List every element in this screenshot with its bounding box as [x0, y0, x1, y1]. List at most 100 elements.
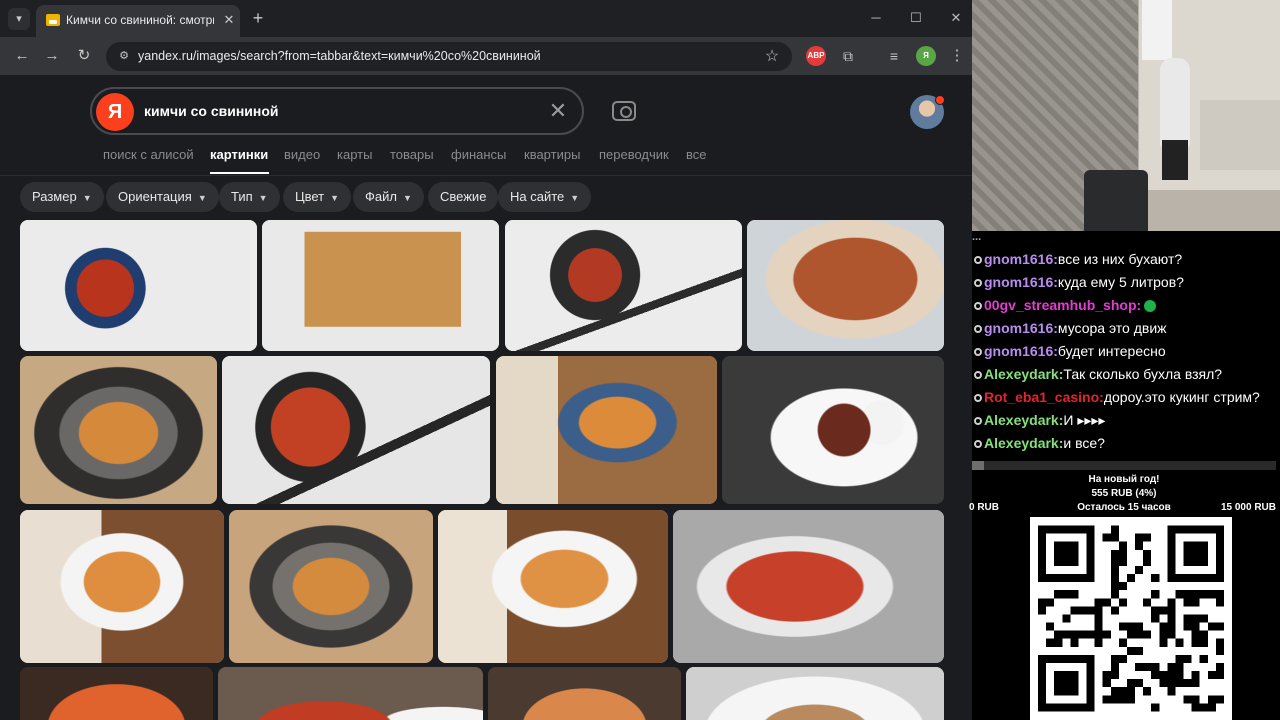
image-result[interactable]: [686, 667, 944, 720]
chat-text: будет интересно: [1057, 343, 1166, 359]
webcam-chair: [1084, 170, 1148, 231]
chevron-down-icon: ▼: [197, 193, 207, 203]
chat-message: Alexeydark:и все?: [972, 435, 1280, 457]
filter-file[interactable]: Файл ▼: [353, 182, 424, 212]
tab-all[interactable]: все: [686, 147, 707, 162]
image-result[interactable]: [722, 356, 944, 504]
tab-search-icon[interactable]: ▾: [8, 8, 30, 30]
filter-type[interactable]: Тип ▼: [219, 182, 280, 212]
filter-on-site[interactable]: На сайте ▼: [498, 182, 592, 212]
browser-tab[interactable]: Кимчи со свининой: смотрите ✕: [36, 5, 240, 37]
image-result[interactable]: [218, 667, 483, 720]
image-result[interactable]: [496, 356, 717, 504]
address-bar[interactable]: ⚙ yandex.ru/images/search?from=tabbar&te…: [106, 42, 792, 71]
minimize-icon[interactable]: ─: [863, 6, 889, 30]
chat-username: gnom1616:: [984, 251, 1058, 267]
image-result[interactable]: [673, 510, 944, 663]
close-window-icon[interactable]: ✕: [943, 6, 969, 30]
chat-text: мусора это движ: [1057, 320, 1167, 336]
tab-search-with-alice[interactable]: поиск с алисой: [103, 147, 194, 162]
chat-message: Alexeydark:Так сколько бухла взял?: [972, 366, 1280, 388]
yandex-logo-icon[interactable]: Я: [96, 93, 134, 131]
webcam-counter: [1200, 100, 1280, 170]
chat-badge-icon: [974, 256, 982, 265]
chat-badge-icon: [974, 348, 982, 357]
image-result[interactable]: [505, 220, 742, 351]
tab-goods[interactable]: товары: [390, 147, 434, 162]
tab-video[interactable]: видео: [284, 147, 320, 162]
active-tab-underline: [210, 172, 269, 174]
chevron-down-icon: ▼: [82, 193, 92, 203]
filter-orientation[interactable]: Ориентация ▼: [106, 182, 219, 212]
kimchi-rice-table-image: [218, 667, 483, 720]
tab-images[interactable]: картинки: [210, 147, 268, 162]
kimchi-cutting-board-image: [262, 220, 499, 351]
chat-message: Alexeydark:И ▸▸▸▸: [972, 412, 1280, 434]
maximize-icon[interactable]: ☐: [903, 6, 929, 30]
forward-icon[interactable]: →: [41, 45, 63, 67]
chat-username: gnom1616:: [984, 274, 1058, 290]
chat-username: Alexeydark:: [984, 412, 1064, 428]
chat-emote-icon: [1144, 300, 1157, 313]
chat-text: дороу.это кукинг стрим?: [1103, 389, 1260, 405]
image-result[interactable]: [488, 667, 681, 720]
avatar[interactable]: [910, 95, 945, 129]
tab-maps[interactable]: карты: [337, 147, 372, 162]
chevron-down-icon: ▼: [570, 193, 580, 203]
filter-color[interactable]: Цвет ▼: [283, 182, 352, 212]
image-result[interactable]: [222, 356, 490, 504]
kimchi-stirfry-pan-image: [222, 356, 490, 504]
image-result[interactable]: [438, 510, 668, 663]
image-result[interactable]: [262, 220, 499, 351]
image-result[interactable]: [20, 220, 257, 351]
filter-label: Ориентация: [118, 189, 192, 204]
qr-code-graphic: [1030, 517, 1232, 720]
clear-icon[interactable]: ✕: [546, 99, 570, 123]
site-settings-icon[interactable]: ⚙: [116, 48, 132, 64]
reload-icon[interactable]: ↻: [73, 45, 95, 67]
chat-username: Alexeydark:: [984, 435, 1064, 451]
webcam-person: [1160, 58, 1190, 148]
image-result[interactable]: [20, 510, 224, 663]
chevron-down-icon: ▼: [402, 193, 412, 203]
chat-text: и все?: [1063, 435, 1105, 451]
filter-size[interactable]: Размер ▼: [20, 182, 104, 212]
tab-finance[interactable]: финансы: [451, 147, 506, 162]
adblock-icon[interactable]: ABP: [806, 46, 826, 66]
tab-translator[interactable]: переводчик: [599, 147, 669, 162]
new-tab-icon[interactable]: +: [248, 8, 268, 28]
chat-message: gnom1616:куда ему 5 литров?: [972, 274, 1280, 296]
search-box[interactable]: Я кимчи со свининой ✕: [90, 87, 584, 135]
kimchi-stew-image: [20, 667, 213, 720]
chat-message: gnom1616:будет интересно: [972, 343, 1280, 365]
camera-search-icon[interactable]: [612, 101, 636, 121]
more-menu-icon[interactable]: ⋮: [946, 45, 968, 67]
kimchi-bowl-image: [20, 220, 257, 351]
screen: ▾ Кимчи со свининой: смотрите ✕ + ─ ☐ ✕ …: [0, 0, 1280, 720]
tab-realty[interactable]: квартиры: [524, 147, 580, 162]
media-queue-icon[interactable]: ≡: [883, 45, 905, 67]
chat-message: Rot_eba1_casino:дороу.это кукинг стрим?: [972, 389, 1280, 411]
image-result[interactable]: [747, 220, 944, 351]
extensions-icon[interactable]: ⧉: [837, 45, 859, 67]
bookmark-star-icon[interactable]: ☆: [762, 47, 782, 67]
back-icon[interactable]: ←: [11, 45, 33, 67]
kimchi-stew-pan-image: [20, 356, 217, 504]
filter-fresh[interactable]: Свежие: [428, 182, 499, 212]
kimchi-pork-pan-image: [488, 667, 681, 720]
filter-label: Свежие: [440, 189, 487, 204]
image-result[interactable]: [20, 667, 213, 720]
chat-badge-icon: [974, 279, 982, 288]
browser-window: ▾ Кимчи со свининой: смотрите ✕ + ─ ☐ ✕ …: [0, 0, 972, 720]
webcam-feed: [972, 0, 1280, 231]
goal-title: На новый год!: [1088, 474, 1160, 485]
donation-goal-bar: [972, 461, 1276, 470]
close-tab-icon[interactable]: ✕: [220, 11, 238, 29]
qr-code: [1030, 517, 1232, 720]
image-result[interactable]: [20, 356, 217, 504]
webcam-person-legs: [1162, 140, 1188, 180]
pork-rice-plate-image: [722, 356, 944, 504]
image-result[interactable]: [229, 510, 433, 663]
search-input[interactable]: кимчи со свининой: [144, 103, 279, 119]
profile-icon[interactable]: Я: [916, 46, 936, 66]
